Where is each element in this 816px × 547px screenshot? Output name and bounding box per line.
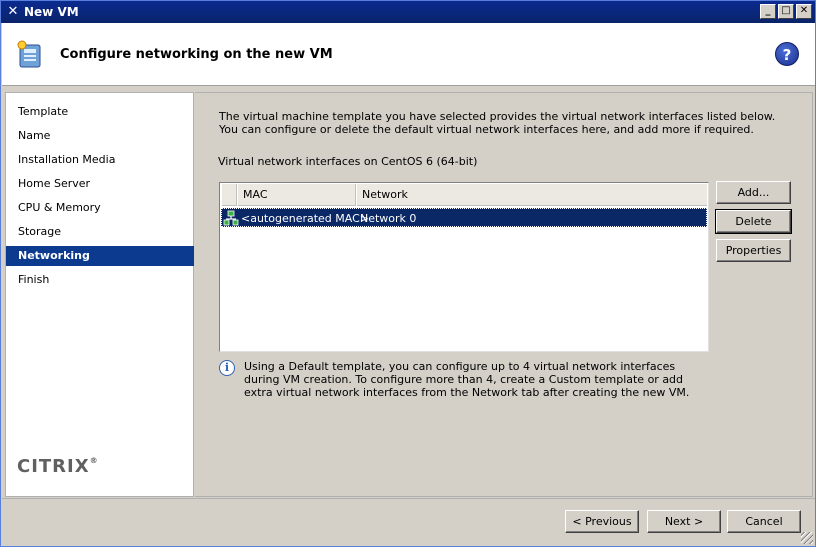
info-text: Using a Default template, you can config…: [244, 360, 690, 399]
sidebar-item-installation-media[interactable]: Installation Media: [6, 150, 194, 170]
mac-cell: <autogenerated MAC>: [241, 212, 370, 225]
new-vm-window: ✕ New VM _ □ ✕ Configure networking on t…: [0, 0, 816, 547]
title-bar[interactable]: ✕ New VM _ □ ✕: [1, 1, 815, 23]
xenserver-x-icon: ✕: [7, 4, 19, 19]
next-button[interactable]: Next >: [647, 510, 721, 533]
previous-button[interactable]: < Previous: [565, 510, 639, 533]
icon-column-header[interactable]: [221, 184, 237, 206]
intro-text: The virtual machine template you have se…: [219, 110, 776, 136]
citrix-logo-reg: ®: [89, 456, 99, 465]
sidebar-item-finish[interactable]: Finish: [6, 270, 194, 290]
new-vm-icon: [17, 40, 41, 68]
cancel-button[interactable]: Cancel: [727, 510, 801, 533]
footer-divider: [2, 498, 815, 499]
network-interface-icon: [223, 210, 239, 226]
networking-page: The virtual machine template you have se…: [195, 92, 813, 497]
help-button[interactable]: ?: [775, 42, 799, 66]
close-button[interactable]: ✕: [796, 4, 812, 19]
list-header: MAC Network: [221, 184, 707, 206]
wizard-header: Configure networking on the new VM ?: [2, 23, 815, 86]
sidebar-item-cpu-memory[interactable]: CPU & Memory: [6, 198, 194, 218]
properties-button[interactable]: Properties: [716, 239, 791, 262]
sidebar-item-storage[interactable]: Storage: [6, 222, 194, 242]
info-icon: i: [219, 360, 235, 376]
resize-grip[interactable]: [801, 532, 813, 544]
wizard-steps-sidebar: Template Name Installation Media Home Se…: [5, 92, 194, 497]
page-title: Configure networking on the new VM: [60, 47, 333, 62]
window-title: New VM: [24, 5, 79, 19]
delete-button[interactable]: Delete: [715, 209, 792, 234]
window-controls: _ □ ✕: [758, 4, 812, 20]
network-column-header[interactable]: Network: [356, 184, 707, 206]
maximize-button[interactable]: □: [778, 4, 794, 19]
citrix-logo-text: CITRIX: [17, 456, 90, 477]
interfaces-label: Virtual network interfaces on CentOS 6 (…: [218, 155, 478, 168]
mac-column-header[interactable]: MAC: [237, 184, 356, 206]
sidebar-item-template[interactable]: Template: [6, 102, 194, 122]
sidebar-item-name[interactable]: Name: [6, 126, 194, 146]
network-interfaces-list[interactable]: MAC Network <autogenerated MAC> Network …: [219, 182, 709, 352]
table-row[interactable]: <autogenerated MAC> Network 0: [221, 208, 707, 227]
network-cell: Network 0: [360, 212, 417, 225]
sidebar-item-home-server[interactable]: Home Server: [6, 174, 194, 194]
sidebar-item-networking[interactable]: Networking: [6, 246, 194, 266]
citrix-logo: CITRIX®: [17, 456, 99, 477]
add-button[interactable]: Add...: [716, 181, 791, 204]
minimize-button[interactable]: _: [760, 4, 776, 19]
